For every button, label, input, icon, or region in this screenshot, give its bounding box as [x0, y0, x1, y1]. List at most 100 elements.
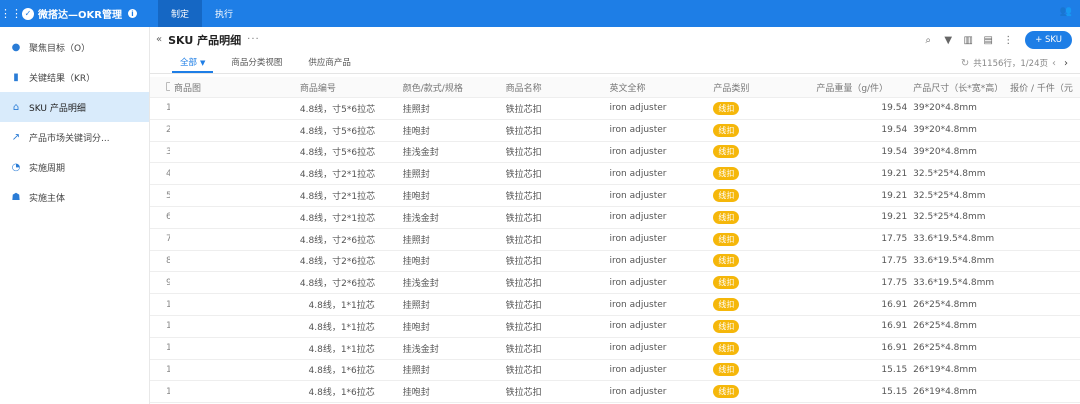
col-header[interactable]: 产品重量（g/件）	[816, 81, 913, 94]
size-cell[interactable]: 26*25*4.8mm	[913, 300, 1010, 310]
english-name-cell[interactable]: iron adjuster	[610, 387, 714, 397]
spec-cell[interactable]: 挂照封	[403, 167, 506, 180]
english-name-cell[interactable]: iron adjuster	[610, 169, 714, 179]
english-name-cell[interactable]: iron adjuster	[610, 191, 714, 201]
size-cell[interactable]: 33.6*19.5*4.8mm	[913, 278, 1010, 288]
english-name-cell[interactable]: iron adjuster	[610, 125, 714, 135]
weight-cell[interactable]: 19.54	[816, 147, 913, 157]
spec-cell[interactable]: 挂浅金封	[403, 211, 506, 224]
product-name-cell[interactable]: 铁拉芯扣	[506, 102, 610, 115]
sidebar-item-subject[interactable]: ☗ 实施主体	[0, 182, 149, 212]
size-cell[interactable]: 26*19*4.8mm	[913, 365, 1010, 375]
col-header[interactable]: 颜色/款式/规格	[403, 81, 506, 94]
english-name-cell[interactable]: iron adjuster	[610, 300, 714, 310]
spec-cell[interactable]: 挂浅金封	[403, 145, 506, 158]
more-options-icon[interactable]: ⋮	[1001, 35, 1015, 46]
weight-cell[interactable]: 19.21	[816, 191, 913, 201]
product-code-cell[interactable]: 4.8线，寸2*6拉芯	[300, 276, 403, 289]
col-header[interactable]: 报价 / 千件（元	[1010, 81, 1080, 94]
product-name-cell[interactable]: 铁拉芯扣	[506, 320, 610, 333]
spec-cell[interactable]: 挂照封	[403, 298, 506, 311]
product-code-cell[interactable]: 4.8线，寸2*1拉芯	[300, 189, 403, 202]
col-header[interactable]: 商品编号	[300, 81, 403, 94]
weight-cell[interactable]: 17.75	[816, 256, 913, 266]
col-header[interactable]: 产品尺寸（长*宽*高）	[913, 81, 1010, 94]
weight-cell[interactable]: 15.15	[816, 387, 913, 397]
table-row[interactable]: 14 4.8线，1*6拉芯挂咆封铁拉芯扣iron adjuster线扣 15.152…	[150, 381, 1080, 404]
product-code-cell[interactable]: 4.8线，寸5*6拉芯	[300, 102, 403, 115]
product-code-cell[interactable]: 4.8线，寸5*6拉芯	[300, 145, 403, 158]
product-code-cell[interactable]: 4.8线，1*1拉芯	[300, 342, 403, 355]
weight-cell[interactable]: 19.54	[816, 103, 913, 113]
users-icon[interactable]: 👥	[1060, 6, 1072, 17]
spec-cell[interactable]: 挂咆封	[403, 385, 506, 398]
weight-cell[interactable]: 19.54	[816, 125, 913, 135]
spec-cell[interactable]: 挂咆封	[403, 320, 506, 333]
table-row[interactable]: 9 4.8线，寸2*6拉芯 挂浅金封 铁拉芯扣 iron adjuster 线扣 17.75…	[150, 272, 1080, 295]
next-page-icon[interactable]: ›	[1064, 58, 1068, 69]
sidebar-item-sku[interactable]: ⌂ SKU 产品明细	[0, 92, 149, 122]
spec-cell[interactable]: 挂浅金封	[403, 276, 506, 289]
sidebar-item-keywords[interactable]: ↗ 产品市场关键词分...	[0, 122, 149, 152]
table-row[interactable]: 12 4.8线，1*1拉芯挂浅金封铁拉芯扣iron adjuster线扣 16.91…	[150, 338, 1080, 360]
spec-cell[interactable]: 挂咆封	[403, 189, 506, 202]
info-icon[interactable]: i	[127, 9, 137, 18]
size-cell[interactable]: 26*25*4.8mm	[913, 321, 1010, 331]
table-row[interactable]: 4 4.8线，寸2*1拉芯 挂照封 铁拉芯扣 iron adjuster 线扣 19.21 3…	[150, 163, 1080, 186]
english-name-cell[interactable]: iron adjuster	[610, 147, 714, 157]
size-cell[interactable]: 26*25*4.8mm	[913, 343, 1010, 353]
row-number[interactable]: 7	[150, 234, 170, 244]
sidebar-item-key-results[interactable]: ▮ 关键结果（KR）	[0, 62, 149, 92]
table-row[interactable]: 2 4.8线，寸5*6拉芯 挂咆封 铁拉芯扣 iron adjuster 线扣 19.54 3…	[150, 120, 1080, 142]
category-cell[interactable]: 线扣	[713, 210, 816, 224]
category-cell[interactable]: 线扣	[713, 319, 816, 333]
row-number[interactable]: 4	[150, 169, 170, 179]
table-row[interactable]: 7 4.8线，寸2*6拉芯 挂照封 铁拉芯扣 iron adjuster 线扣 17.75 3…	[150, 229, 1080, 251]
collapse-icon[interactable]: «	[156, 34, 162, 45]
app-grid-icon[interactable]: ⋮⋮	[0, 0, 22, 27]
product-name-cell[interactable]: 铁拉芯扣	[506, 363, 610, 376]
row-number[interactable]: 12	[150, 343, 170, 353]
product-code-cell[interactable]: 4.8线，1*1拉芯	[300, 320, 403, 333]
weight-cell[interactable]: 19.21	[816, 212, 913, 222]
row-number[interactable]: 9	[150, 278, 170, 288]
table-row[interactable]: 10 4.8线，1*1拉芯挂照封铁拉芯扣iron adjuster线扣 16.912…	[150, 294, 1080, 316]
product-code-cell[interactable]: 4.8线，1*1拉芯	[300, 298, 403, 311]
weight-cell[interactable]: 17.75	[816, 234, 913, 244]
product-name-cell[interactable]: 铁拉芯扣	[506, 233, 610, 246]
product-code-cell[interactable]: 4.8线，1*6拉芯	[300, 363, 403, 376]
table-row[interactable]: 11 4.8线，1*1拉芯挂咆封铁拉芯扣iron adjuster线扣 16.912…	[150, 316, 1080, 338]
filter-icon[interactable]: ▼	[941, 35, 955, 46]
size-cell[interactable]: 33.6*19.5*4.8mm	[913, 234, 1010, 244]
product-code-cell[interactable]: 4.8线，寸2*6拉芯	[300, 254, 403, 267]
size-cell[interactable]: 26*19*4.8mm	[913, 387, 1010, 397]
spec-cell[interactable]: 挂咆封	[403, 124, 506, 137]
col-header[interactable]: 英文全称	[610, 81, 714, 94]
category-cell[interactable]: 线扣	[713, 363, 816, 377]
product-name-cell[interactable]: 铁拉芯扣	[506, 124, 610, 137]
row-number[interactable]: 11	[150, 321, 170, 331]
weight-cell[interactable]: 19.21	[816, 169, 913, 179]
english-name-cell[interactable]: iron adjuster	[610, 278, 714, 288]
product-code-cell[interactable]: 4.8线，1*6拉芯	[300, 385, 403, 398]
add-sku-button[interactable]: + SKU	[1025, 31, 1072, 49]
sidebar-item-objectives[interactable]: ● 聚焦目标（O）	[0, 32, 149, 62]
sidebar-item-cycle[interactable]: ◔ 实施周期	[0, 152, 149, 182]
product-name-cell[interactable]: 铁拉芯扣	[506, 254, 610, 267]
row-number[interactable]: 3	[150, 147, 170, 157]
table-row[interactable]: 6 4.8线，寸2*1拉芯 挂浅金封 铁拉芯扣 iron adjuster 线扣 19.21…	[150, 207, 1080, 229]
category-cell[interactable]: 线扣	[713, 341, 816, 355]
weight-cell[interactable]: 16.91	[816, 300, 913, 310]
product-name-cell[interactable]: 铁拉芯扣	[506, 298, 610, 311]
row-number[interactable]: 6	[150, 212, 170, 222]
table-row[interactable]: 8 4.8线，寸2*6拉芯 挂咆封 铁拉芯扣 iron adjuster 线扣 17.75 3…	[150, 251, 1080, 273]
size-cell[interactable]: 39*20*4.8mm	[913, 147, 1010, 157]
refresh-icon[interactable]: ↻	[961, 58, 969, 69]
col-header[interactable]: 商品图	[170, 81, 300, 94]
spec-cell[interactable]: 挂照封	[403, 363, 506, 376]
tab-category-view[interactable]: 商品分类视图	[223, 56, 290, 73]
size-cell[interactable]: 33.6*19.5*4.8mm	[913, 256, 1010, 266]
table-row[interactable]: 1 4.8线，寸5*6拉芯 挂照封 铁拉芯扣 iron adjuster 线扣 19.54 3…	[150, 98, 1080, 120]
category-cell[interactable]: 线扣	[713, 385, 816, 399]
english-name-cell[interactable]: iron adjuster	[610, 256, 714, 266]
